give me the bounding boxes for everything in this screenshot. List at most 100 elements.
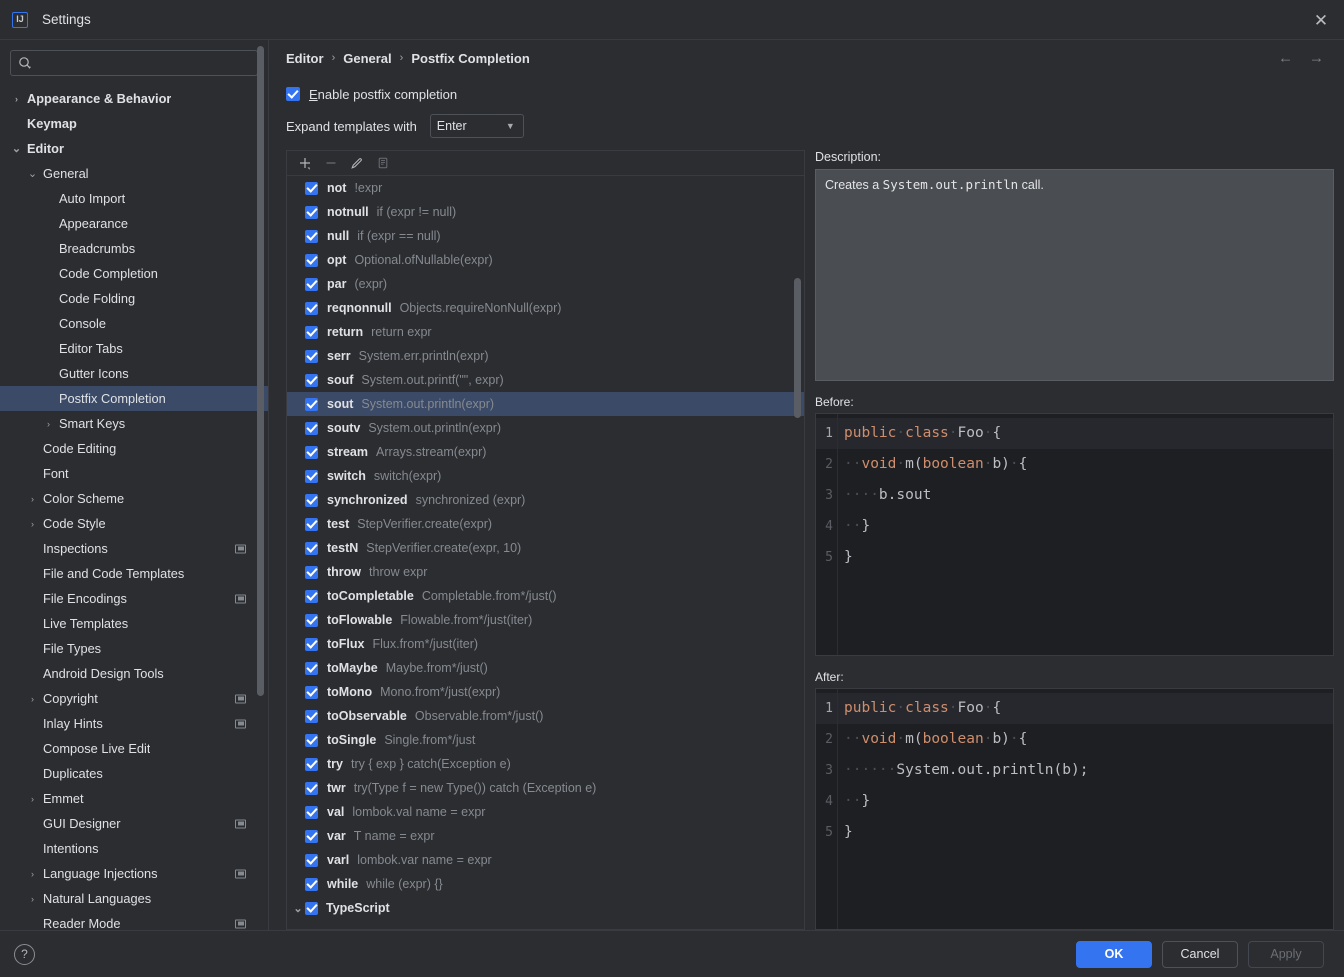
sidebar-item-console[interactable]: Console <box>0 311 268 336</box>
template-row[interactable]: toFlowable Flowable.from*/just(iter) <box>287 608 804 632</box>
template-checkbox[interactable] <box>305 565 318 579</box>
close-icon[interactable]: ✕ <box>1298 0 1344 40</box>
sidebar-item-duplicates[interactable]: Duplicates <box>0 761 268 786</box>
sidebar-item-gui-designer[interactable]: GUI Designer <box>0 811 268 836</box>
sidebar-item-code-folding[interactable]: Code Folding <box>0 286 268 311</box>
arrow-right-icon[interactable]: → <box>1309 51 1324 66</box>
template-checkbox[interactable] <box>305 397 318 411</box>
templates-list[interactable]: not !expr notnull if (expr != null) null if (… <box>286 175 805 930</box>
search-box[interactable] <box>10 50 258 76</box>
help-icon[interactable]: ? <box>14 943 35 965</box>
chevron-right-icon[interactable]: › <box>26 492 39 505</box>
enable-postfix-row[interactable]: Enable postfix completion <box>269 80 1344 108</box>
chevron-down-icon[interactable]: ⌄ <box>291 902 305 915</box>
template-row[interactable]: stream Arrays.stream(expr) <box>287 440 804 464</box>
sidebar-item-postfix-completion[interactable]: Postfix Completion <box>0 386 268 411</box>
template-checkbox[interactable] <box>305 541 318 555</box>
template-row[interactable]: opt Optional.ofNullable(expr) <box>287 248 804 272</box>
template-row[interactable]: testN StepVerifier.create(expr, 10) <box>287 536 804 560</box>
template-row[interactable]: while while (expr) {} <box>287 872 804 896</box>
chevron-right-icon[interactable]: › <box>26 692 39 705</box>
chevron-right-icon[interactable]: › <box>10 92 23 105</box>
template-row[interactable]: toMaybe Maybe.from*/just() <box>287 656 804 680</box>
template-checkbox[interactable] <box>305 733 318 747</box>
sidebar-item-language-injections[interactable]: › Language Injections <box>0 861 268 886</box>
sidebar-item-gutter-icons[interactable]: Gutter Icons <box>0 361 268 386</box>
sidebar-item-intentions[interactable]: Intentions <box>0 836 268 861</box>
chevron-right-icon[interactable]: › <box>26 517 39 530</box>
template-row[interactable]: sout System.out.println(expr) <box>287 392 804 416</box>
sidebar-item-font[interactable]: Font <box>0 461 268 486</box>
template-row[interactable]: synchronized synchronized (expr) <box>287 488 804 512</box>
sidebar-item-general[interactable]: ⌄ General <box>0 161 268 186</box>
duplicate-template-button[interactable] <box>371 153 395 174</box>
template-checkbox[interactable] <box>305 325 318 339</box>
template-row[interactable]: test StepVerifier.create(expr) <box>287 512 804 536</box>
sidebar-item-code-editing[interactable]: Code Editing <box>0 436 268 461</box>
sidebar-item-file-encodings[interactable]: File Encodings <box>0 586 268 611</box>
template-checkbox[interactable] <box>305 589 318 603</box>
sidebar-item-breadcrumbs[interactable]: Breadcrumbs <box>0 236 268 261</box>
sidebar-item-editor-tabs[interactable]: Editor Tabs <box>0 336 268 361</box>
template-checkbox[interactable] <box>305 181 318 195</box>
template-row[interactable]: val lombok.val name = expr <box>287 800 804 824</box>
sidebar-item-inspections[interactable]: Inspections <box>0 536 268 561</box>
breadcrumb-item[interactable]: Editor <box>286 51 324 66</box>
template-checkbox[interactable] <box>305 757 318 771</box>
template-row[interactable]: souf System.out.printf("", expr) <box>287 368 804 392</box>
template-row[interactable]: try try { exp } catch(Exception e) <box>287 752 804 776</box>
template-row[interactable]: null if (expr == null) <box>287 224 804 248</box>
sidebar-item-code-style[interactable]: › Code Style <box>0 511 268 536</box>
template-checkbox[interactable] <box>305 877 318 891</box>
cancel-button[interactable]: Cancel <box>1162 940 1238 968</box>
template-row[interactable]: reqnonnull Objects.requireNonNull(expr) <box>287 296 804 320</box>
sidebar-item-smart-keys[interactable]: › Smart Keys <box>0 411 268 436</box>
sidebar-item-android-design-tools[interactable]: Android Design Tools <box>0 661 268 686</box>
template-row[interactable]: par (expr) <box>287 272 804 296</box>
template-checkbox[interactable] <box>305 229 318 243</box>
template-row[interactable]: notnull if (expr != null) <box>287 200 804 224</box>
template-row[interactable]: toObservable Observable.from*/just() <box>287 704 804 728</box>
template-checkbox[interactable] <box>305 349 318 363</box>
template-row[interactable]: soutv System.out.println(expr) <box>287 416 804 440</box>
sidebar-scrollbar-thumb[interactable] <box>257 46 264 696</box>
sidebar-item-appearance[interactable]: Appearance <box>0 211 268 236</box>
template-row[interactable]: var T name = expr <box>287 824 804 848</box>
sidebar-item-keymap[interactable]: Keymap <box>0 111 268 136</box>
template-group-row[interactable]: ⌄ TypeScript <box>287 896 804 920</box>
settings-tree[interactable]: › Appearance & Behavior Keymap ⌄ Editor ⌄ Gene… <box>0 84 268 930</box>
apply-button[interactable]: Apply <box>1248 940 1324 968</box>
template-checkbox[interactable] <box>305 469 318 483</box>
template-checkbox[interactable] <box>305 517 318 531</box>
template-row[interactable]: toMono Mono.from*/just(expr) <box>287 680 804 704</box>
remove-template-button[interactable] <box>319 153 343 174</box>
chevron-right-icon[interactable]: › <box>26 892 39 905</box>
template-row[interactable]: not !expr <box>287 176 804 200</box>
edit-template-button[interactable] <box>345 153 369 174</box>
sidebar-item-appearance-behavior[interactable]: › Appearance & Behavior <box>0 86 268 111</box>
template-checkbox[interactable] <box>305 805 318 819</box>
chevron-down-icon[interactable]: ⌄ <box>10 142 23 155</box>
template-checkbox[interactable] <box>305 685 318 699</box>
template-checkbox[interactable] <box>305 853 318 867</box>
ok-button[interactable]: OK <box>1076 940 1152 968</box>
sidebar-item-natural-languages[interactable]: › Natural Languages <box>0 886 268 911</box>
template-row[interactable]: twr try(Type f = new Type()) catch (Excep… <box>287 776 804 800</box>
template-row[interactable]: switch switch(expr) <box>287 464 804 488</box>
template-checkbox[interactable] <box>305 829 318 843</box>
template-checkbox[interactable] <box>305 373 318 387</box>
arrow-left-icon[interactable]: ← <box>1278 51 1293 66</box>
template-checkbox[interactable] <box>305 253 318 267</box>
template-checkbox[interactable] <box>305 301 318 315</box>
chevron-right-icon[interactable]: › <box>26 867 39 880</box>
template-row[interactable]: toFlux Flux.from*/just(iter) <box>287 632 804 656</box>
template-row[interactable]: varl lombok.var name = expr <box>287 848 804 872</box>
template-checkbox[interactable] <box>305 421 318 435</box>
sidebar-item-code-completion[interactable]: Code Completion <box>0 261 268 286</box>
template-checkbox[interactable] <box>305 205 318 219</box>
template-checkbox[interactable] <box>305 277 318 291</box>
template-checkbox[interactable] <box>305 661 318 675</box>
template-checkbox[interactable] <box>305 493 318 507</box>
templates-scrollbar-thumb[interactable] <box>794 278 801 418</box>
sidebar-item-color-scheme[interactable]: › Color Scheme <box>0 486 268 511</box>
